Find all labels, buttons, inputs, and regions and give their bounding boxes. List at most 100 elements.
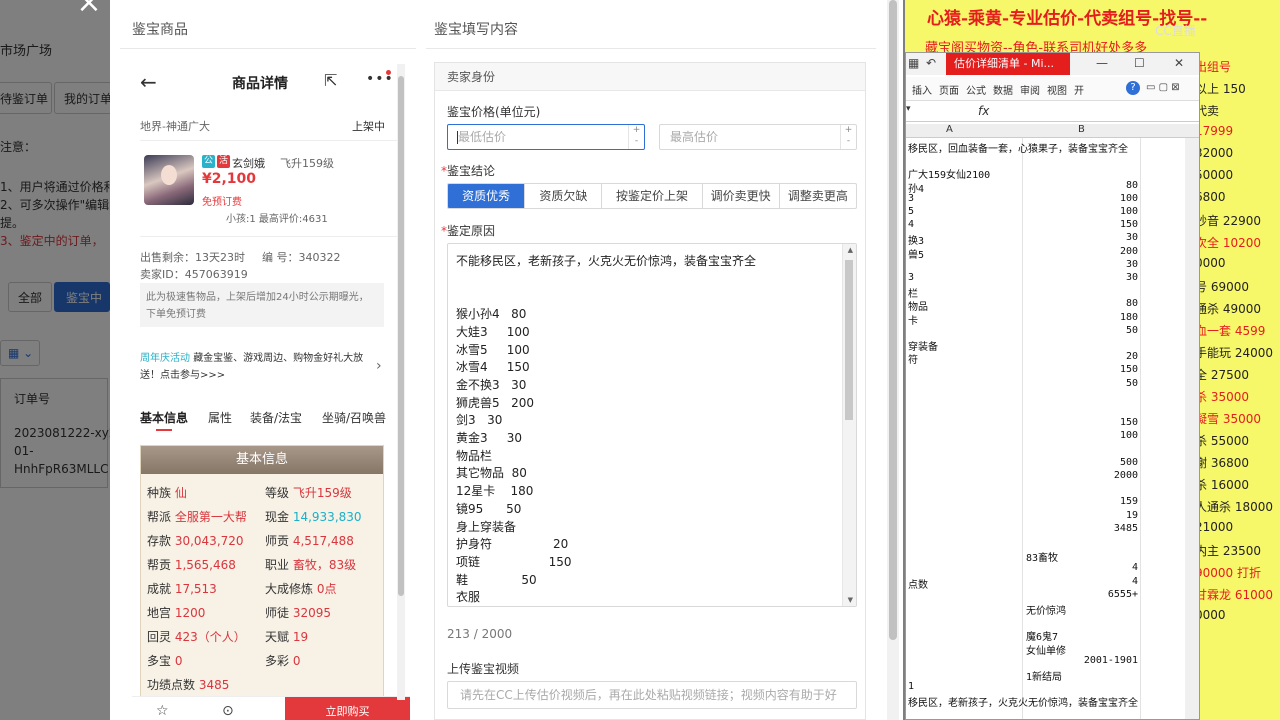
conclusion-lacking[interactable]: 资质欠缺	[524, 184, 601, 208]
share-icon[interactable]: ⇱	[324, 71, 337, 90]
cell-b[interactable]: 50	[1028, 378, 1138, 389]
cell-b[interactable]: 200	[1028, 246, 1138, 257]
cell-b[interactable]: 2000	[1028, 470, 1138, 481]
promo-price-line: 50000	[1195, 168, 1234, 182]
phone-scrollbar-thumb[interactable]	[398, 76, 404, 596]
cell-a[interactable]: 3	[908, 193, 914, 204]
cell-a[interactable]: 卡	[908, 312, 918, 327]
reason-textarea[interactable]: 不能移民区，老新孩子，火克火无价惊鸿，装备宝宝齐全 猴小孙4 80 大娃3 100 冰…	[447, 243, 857, 607]
reason-line: 猴小孙4 80	[456, 307, 527, 322]
cell-a[interactable]: 移民区，回血装备一套，心猿果子，装备宝宝齐全	[908, 140, 1128, 155]
help-icon[interactable]: ?	[1126, 81, 1140, 95]
cell-b[interactable]: 150	[1028, 364, 1138, 375]
cell-b[interactable]: 180	[1028, 312, 1138, 323]
cell-a[interactable]: 3	[908, 272, 914, 283]
cell-b[interactable]: 无价惊鸿	[1026, 602, 1066, 617]
ribbon-tab[interactable]: 视图	[1047, 82, 1067, 97]
min-price-stepper[interactable]: + -	[628, 125, 644, 149]
cell-a[interactable]: 4	[908, 219, 914, 230]
cell-b[interactable]: 50	[1028, 325, 1138, 336]
info-row: 回灵 423（个人）	[147, 628, 246, 645]
cell-a[interactable]: 兽5	[908, 246, 924, 261]
scroll-up-icon[interactable]: ▲	[848, 246, 853, 254]
ribbon-tab[interactable]: 插入	[912, 82, 932, 97]
reason-line: 身上穿装备	[456, 519, 517, 534]
promo-price-line: 凝雪 35000	[1195, 412, 1261, 426]
excel-scrollbar[interactable]	[1185, 138, 1199, 719]
max-price-stepper[interactable]: + -	[840, 125, 856, 149]
tab-equipment[interactable]: 装备/法宝	[250, 409, 302, 426]
seller-identity-section: 卖家身份	[435, 63, 865, 91]
cell-b[interactable]: 6555+	[1028, 589, 1138, 600]
conclusion-list-at-price[interactable]: 按鉴定价上架	[601, 184, 701, 208]
cell-b[interactable]: 159	[1028, 496, 1138, 507]
cell-b[interactable]: 4	[1028, 576, 1138, 587]
info-key: 地宫	[147, 606, 175, 620]
minimize-icon[interactable]: —	[1096, 56, 1108, 70]
ribbon-tab[interactable]: 审阅	[1020, 82, 1040, 97]
modal-left-title: 鉴宝商品	[132, 22, 188, 38]
cell-b[interactable]: 30	[1028, 272, 1138, 283]
ribbon-controls-icon[interactable]: ▭ ▢ ⊠	[1146, 82, 1180, 93]
character-name: 玄剑娥	[232, 157, 265, 170]
cell-b[interactable]: 100	[1028, 193, 1138, 204]
scroll-down-icon[interactable]: ▼	[848, 596, 853, 604]
conclusion-excellent[interactable]: 资质优秀	[448, 184, 525, 208]
cell-b[interactable]: 150	[1028, 417, 1138, 428]
cell-b[interactable]: 100	[1028, 430, 1138, 441]
cell-b[interactable]: 30	[1028, 232, 1138, 243]
buy-now-button[interactable]: 立即购买	[285, 697, 410, 720]
cell-b[interactable]: 2001-1901	[1028, 655, 1138, 666]
cell-b[interactable]: 500	[1028, 457, 1138, 468]
item-number: 编 号：340322	[262, 251, 341, 264]
min-price-input[interactable]: 最低估价 + -	[447, 124, 645, 150]
conclusion-sell-higher[interactable]: 调整卖更高	[778, 184, 856, 208]
cell-b[interactable]: 80	[1028, 180, 1138, 191]
ribbon-tab[interactable]: 数据	[993, 82, 1013, 97]
cell-a[interactable]: 符	[908, 351, 918, 366]
ribbon-tab[interactable]: 开	[1074, 82, 1084, 97]
cell-b[interactable]: 150	[1028, 219, 1138, 230]
textarea-scrollbar-thumb[interactable]	[845, 260, 853, 420]
conclusion-sell-faster[interactable]: 调价卖更快	[701, 184, 779, 208]
video-link-input[interactable]: 请先在CC上传估价视频后，再在此处粘贴视频链接；视频内容有助于好	[447, 681, 857, 709]
cell-b[interactable]: 30	[1028, 259, 1138, 270]
reason-line: 狮虎兽5 200	[456, 395, 534, 410]
cell-a[interactable]: 5	[908, 206, 914, 217]
back-arrow-icon[interactable]: ←	[140, 70, 157, 94]
max-price-input[interactable]: 最高估价 + -	[659, 124, 857, 150]
cell-a[interactable]: 点数	[908, 576, 928, 591]
cell-b[interactable]: 80	[1028, 298, 1138, 309]
info-row: 功绩点数 3485	[147, 676, 229, 693]
excel-ribbon: 插入 页面 公式 数据 审阅 视图开 ? ▭ ▢ ⊠	[906, 77, 1199, 101]
cell-b[interactable]: 19	[1028, 510, 1138, 521]
cell-a[interactable]: 移民区，老新孩子，火克火无价惊鸿，装备宝宝齐全	[908, 694, 1138, 709]
cell-b[interactable]: 3485	[1028, 523, 1138, 534]
cell-b[interactable]: 20	[1028, 351, 1138, 362]
column-a-header[interactable]: A	[946, 124, 953, 135]
modal-scrollbar-thumb[interactable]	[889, 0, 897, 640]
cell-b[interactable]: 100	[1028, 206, 1138, 217]
cell-b[interactable]: 4	[1028, 562, 1138, 573]
column-b-header[interactable]: B	[1078, 124, 1085, 135]
cell-b[interactable]: 1新结局	[1026, 668, 1062, 683]
ribbon-tab[interactable]: 公式	[966, 82, 986, 97]
phone-header: ← 商品详情 ⇱ •••	[132, 60, 410, 104]
ribbon-tab[interactable]: 页面	[939, 82, 959, 97]
tab-basic-info[interactable]: 基本信息	[140, 409, 188, 426]
promo-banner[interactable]: 周年庆活动 藏金宝鉴、游戏周边、购物金好礼大放送！点击参与>>>	[140, 350, 380, 384]
maximize-icon[interactable]: ☐	[1134, 56, 1145, 70]
fx-icon[interactable]: fx	[978, 104, 989, 118]
undo-icon[interactable]: ↶	[926, 56, 936, 70]
tab-mounts[interactable]: 坐骑/召唤兽	[322, 409, 386, 426]
star-icon[interactable]: ☆	[156, 703, 169, 719]
close-window-icon[interactable]: ✕	[1174, 56, 1184, 70]
chat-icon[interactable]: ⊙	[222, 703, 234, 719]
grid-line	[1022, 138, 1023, 719]
name-box[interactable]: ▾	[906, 104, 926, 120]
basic-info-title: 基本信息	[141, 446, 383, 474]
tab-attributes[interactable]: 属性	[208, 409, 232, 426]
cell-a[interactable]: 1	[908, 681, 914, 692]
close-icon[interactable]: ×	[72, 0, 106, 22]
character-avatar[interactable]	[144, 155, 194, 205]
